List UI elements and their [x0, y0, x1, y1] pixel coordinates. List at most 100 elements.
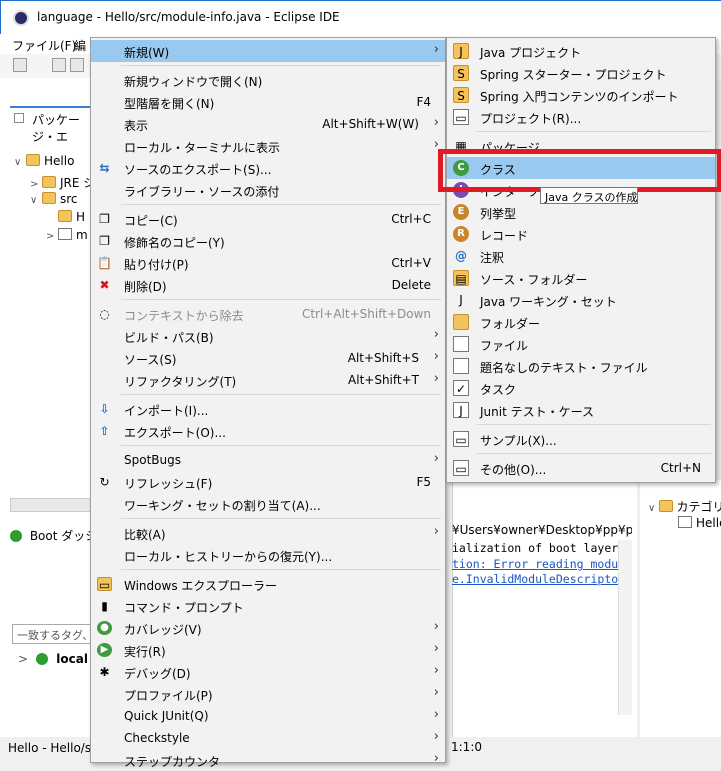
context-menu-item[interactable]: ライブラリー・ソースの添付: [91, 179, 445, 201]
new-submenu-item[interactable]: JJava ワーキング・セット: [447, 289, 715, 311]
context-menu-item[interactable]: 表示Alt+Shift+W(W)›: [91, 113, 445, 135]
folder-icon: [26, 154, 40, 166]
new-submenu-item[interactable]: SSpring スターター・プロジェクト: [447, 62, 715, 84]
tree-item[interactable]: ∨src: [30, 192, 78, 206]
new-submenu-item[interactable]: ✓タスク: [447, 377, 715, 399]
console-line[interactable]: tion: Error reading modu: [452, 557, 620, 571]
context-menu-item[interactable]: ❐修飾名のコピー(Y): [91, 230, 445, 252]
new-submenu-item[interactable]: E列挙型: [447, 201, 715, 223]
context-menu-item[interactable]: ▶実行(R)›: [91, 639, 445, 661]
menu-edit[interactable]: 編: [74, 37, 86, 54]
context-menu-item[interactable]: ❐コピー(C)Ctrl+C: [91, 208, 445, 230]
context-menu-item[interactable]: 📋貼り付け(P)Ctrl+V: [91, 252, 445, 274]
context-menu-item-label: ローカル・ヒストリーからの復元(Y)...: [124, 548, 332, 565]
context-menu-item[interactable]: プロファイル(P)›: [91, 683, 445, 705]
context-menu-item[interactable]: ビルド・パス(B)›: [91, 325, 445, 347]
new-submenu-item[interactable]: Rレコード: [447, 223, 715, 245]
tree-item[interactable]: H: [46, 210, 85, 224]
annotation-icon: @: [453, 248, 469, 264]
new-submenu-item[interactable]: JJava プロジェクト: [447, 40, 715, 62]
context-menu-item[interactable]: ▮コマンド・プロンプト: [91, 595, 445, 617]
context-menu-item[interactable]: 新規(W)›: [91, 40, 445, 62]
context-menu-item[interactable]: SpotBugs›: [91, 449, 445, 471]
context-menu-item[interactable]: 比較(A)›: [91, 522, 445, 544]
context-menu-item[interactable]: Checkstyle›: [91, 727, 445, 749]
new-submenu-item[interactable]: ▭プロジェクト(R)...: [447, 106, 715, 128]
shortcut-label: Alt+Shift+T: [348, 373, 419, 387]
category-item[interactable]: Hello: [678, 516, 721, 530]
menu-separator: [121, 569, 441, 570]
context-menu-item[interactable]: ●カバレッジ(V)›: [91, 617, 445, 639]
context-menu-item-label: Checkstyle: [124, 731, 190, 745]
new-submenu-item[interactable]: ▭その他(O)...Ctrl+N: [447, 457, 715, 479]
context-menu-item-label: インポート(I)...: [124, 402, 208, 419]
console-scrollbar[interactable]: [618, 540, 632, 715]
context-menu-item[interactable]: ソース(S)Alt+Shift+S›: [91, 347, 445, 369]
other-icon: ▭: [453, 460, 469, 476]
save-icon[interactable]: [52, 58, 66, 72]
tree-item[interactable]: >m: [46, 228, 88, 242]
context-menu-item-label: 表示: [124, 117, 148, 134]
local-target-row[interactable]: > local: [18, 652, 88, 666]
new-submenu-item-label: サンプル(X)...: [480, 432, 557, 449]
context-menu-item[interactable]: リファクタリング(T)Alt+Shift+T›: [91, 369, 445, 391]
tab-boot-dashboard[interactable]: Boot ダッシ: [10, 527, 97, 544]
package-explorer-icon: [14, 113, 24, 123]
tree-expand-icon[interactable]: ∨: [30, 195, 42, 206]
submenu-arrow-icon: ›: [434, 451, 439, 466]
copy-icon: ❐: [97, 212, 112, 226]
context-menu-item-label: ソースのエクスポート(S)...: [124, 161, 271, 178]
context-menu-item-label: 修飾名のコピー(Y): [124, 234, 225, 251]
context-menu-item[interactable]: ▭Windows エクスプローラー: [91, 573, 445, 595]
tree-item[interactable]: ∨Hello: [14, 154, 74, 168]
category-row[interactable]: ∨ カテゴリー: [648, 498, 721, 515]
new-submenu-item[interactable]: JJunit テスト・ケース: [447, 399, 715, 421]
submenu-arrow-icon: ›: [434, 751, 439, 766]
collapse-arrow-icon: ∨: [648, 503, 659, 514]
context-menu-item[interactable]: ⇆ ソースのエクスポート(S)...: [91, 157, 445, 179]
context-menu-item[interactable]: 新規ウィンドウで開く(N): [91, 69, 445, 91]
category-item-label: Hello: [696, 516, 721, 530]
delete-icon: ✖: [97, 278, 112, 292]
new-submenu-item[interactable]: @ 注釈: [447, 245, 715, 267]
context-menu-item[interactable]: ⇧エクスポート(O)...: [91, 420, 445, 442]
save-all-icon[interactable]: [70, 58, 84, 72]
tab-package-explorer[interactable]: パッケージ・エ: [10, 106, 95, 128]
console-line[interactable]: e.InvalidModuleDescripto: [452, 572, 620, 586]
tree-expand-icon[interactable]: ∨: [14, 157, 26, 168]
context-menu-item[interactable]: 型階層を開く(N)F4: [91, 91, 445, 113]
tag-filter-input[interactable]: 一致するタグ、: [12, 624, 95, 644]
context-menu-item[interactable]: ステップカウンタ›: [91, 749, 445, 771]
context-menu-item[interactable]: ↻リフレッシュ(F)F5: [91, 471, 445, 493]
context-menu-item[interactable]: ⇩ インポート(I)...: [91, 398, 445, 420]
tree-expand-icon[interactable]: >: [46, 231, 58, 242]
context-menu-item[interactable]: ローカル・ヒストリーからの復元(Y)...: [91, 544, 445, 566]
new-submenu-item[interactable]: ▭サンプル(X)...: [447, 428, 715, 450]
menu-file[interactable]: ファイル(F): [12, 37, 76, 54]
folder-icon: [58, 210, 72, 222]
tree-expand-icon[interactable]: >: [30, 179, 42, 190]
console-view: [452, 480, 637, 738]
spring-import-icon: S: [453, 87, 469, 103]
new-wizard-icon[interactable]: [13, 58, 27, 72]
new-submenu-item[interactable]: フォルダー: [447, 311, 715, 333]
new-submenu-item[interactable]: 題名なしのテキスト・ファイル: [447, 355, 715, 377]
tree-item[interactable]: >JRE シ: [30, 174, 95, 191]
context-menu-item[interactable]: ローカル・ターミナルに表示›: [91, 135, 445, 157]
import-icon: ⇩: [97, 402, 112, 416]
shortcut-label: Ctrl+N: [661, 461, 701, 475]
tree-item-label: H: [76, 210, 85, 224]
horizontal-scrollbar[interactable]: [10, 498, 95, 512]
context-menu-item[interactable]: ワーキング・セットの割り当て(A)...: [91, 493, 445, 515]
new-submenu-item[interactable]: ▤ソース・フォルダー: [447, 267, 715, 289]
export-source-icon: ⇆: [97, 161, 112, 175]
context-menu-item[interactable]: Quick JUnit(Q)›: [91, 705, 445, 727]
new-submenu-item[interactable]: SSpring 入門コンテンツのインポート: [447, 84, 715, 106]
boot-dashboard-tab-label: Boot ダッシ: [30, 529, 97, 543]
menu-separator: [477, 453, 711, 454]
context-menu-item[interactable]: ✱デバッグ(D)›: [91, 661, 445, 683]
new-submenu-item-label: 注釈: [480, 249, 504, 266]
tree-item-label: m: [76, 228, 88, 242]
context-menu-item[interactable]: ✖削除(D)Delete: [91, 274, 445, 296]
new-submenu-item[interactable]: ファイル: [447, 333, 715, 355]
